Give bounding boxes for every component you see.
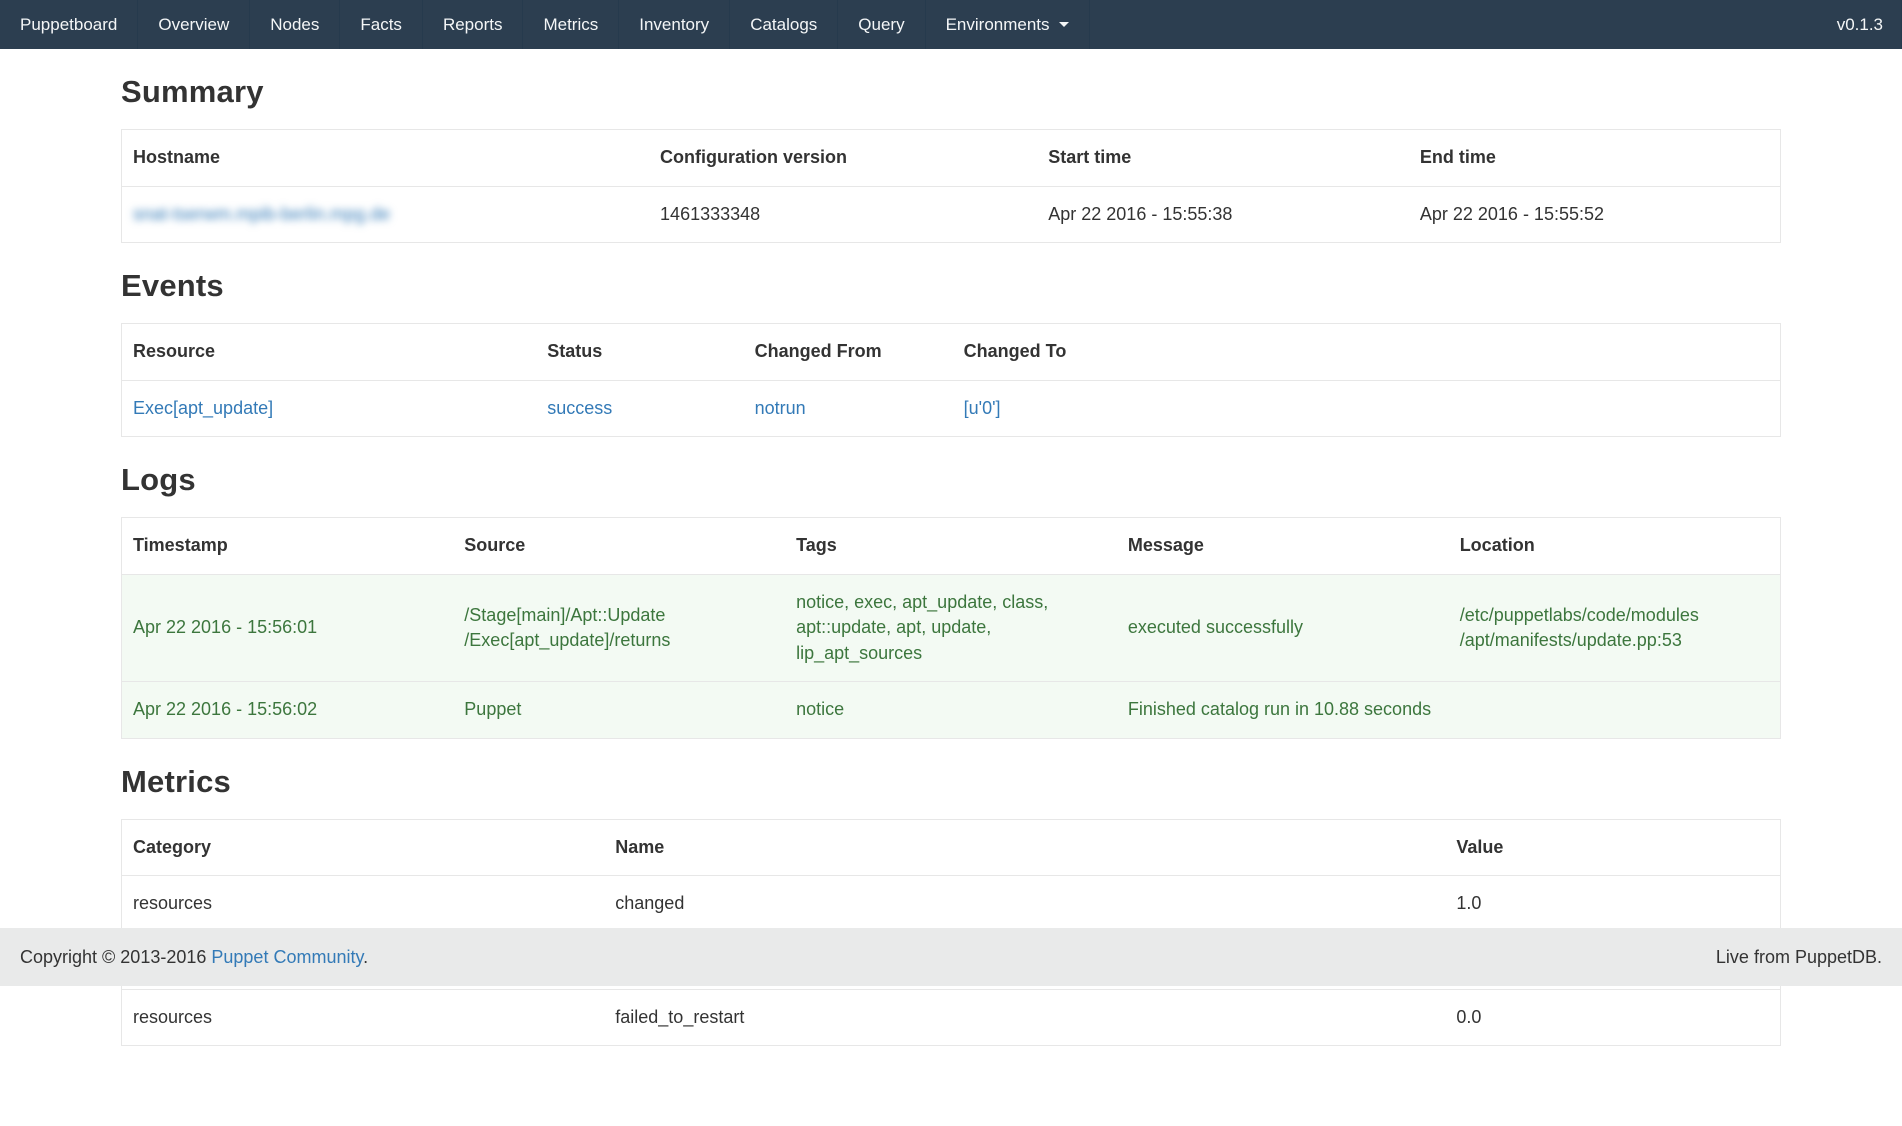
log-location: /etc/puppetlabs/code/modules /apt/manife… — [1449, 574, 1781, 682]
navbar: Puppetboard Overview Nodes Facts Reports… — [0, 0, 1902, 49]
summary-table: Hostname Configuration version Start tim… — [121, 129, 1781, 243]
summary-row: snat-tserwm.mpib-berlin.mpg.de 146133334… — [122, 186, 1781, 243]
start-time-value: Apr 22 2016 - 15:55:38 — [1037, 186, 1409, 243]
main-content: Summary Hostname Configuration version S… — [120, 74, 1782, 1046]
logs-header-row: Timestamp Source Tags Message Location — [122, 518, 1781, 575]
nav-item-environments-dropdown[interactable]: Environments — [925, 0, 1090, 49]
metric-category: resources — [122, 876, 605, 933]
log-message: executed successfully — [1117, 574, 1449, 682]
nav-item-reports[interactable]: Reports — [422, 0, 523, 49]
summary-col-start-time: Start time — [1037, 130, 1409, 187]
metric-value: 1.0 — [1445, 876, 1780, 933]
logs-table: Timestamp Source Tags Message Location A… — [121, 517, 1781, 739]
log-location — [1449, 682, 1781, 739]
metric-category: resources — [122, 989, 605, 1046]
events-col-status: Status — [536, 324, 743, 381]
nav-item-query[interactable]: Query — [837, 0, 924, 49]
logs-col-message: Message — [1117, 518, 1449, 575]
events-col-changed-to: Changed To — [953, 324, 1781, 381]
metrics-col-category: Category — [122, 819, 605, 876]
metric-row: resources failed_to_restart 0.0 — [122, 989, 1781, 1046]
metric-name: failed_to_restart — [604, 989, 1445, 1046]
logs-col-location: Location — [1449, 518, 1781, 575]
event-status-link[interactable]: success — [547, 398, 612, 418]
log-message: Finished catalog run in 10.88 seconds — [1117, 682, 1449, 739]
metrics-col-value: Value — [1445, 819, 1780, 876]
logs-col-tags: Tags — [785, 518, 1117, 575]
nav-item-metrics[interactable]: Metrics — [522, 0, 618, 49]
summary-col-end-time: End time — [1409, 130, 1781, 187]
metric-name: changed — [604, 876, 1445, 933]
metrics-col-name: Name — [604, 819, 1445, 876]
events-col-resource: Resource — [122, 324, 537, 381]
copyright-text: Copyright © 2013-2016 — [20, 947, 211, 967]
event-changed-to-link[interactable]: [u'0'] — [964, 398, 1001, 418]
summary-col-hostname: Hostname — [122, 130, 650, 187]
log-timestamp: Apr 22 2016 - 15:56:02 — [122, 682, 454, 739]
events-table: Resource Status Changed From Changed To … — [121, 323, 1781, 437]
footer-copyright: Copyright © 2013-2016 Puppet Community. — [20, 947, 368, 968]
log-timestamp: Apr 22 2016 - 15:56:01 — [122, 574, 454, 682]
nav-item-overview[interactable]: Overview — [137, 0, 249, 49]
event-resource-link[interactable]: Exec[apt_update] — [133, 398, 273, 418]
navbar-brand[interactable]: Puppetboard — [0, 0, 137, 49]
logs-heading: Logs — [121, 462, 1781, 498]
log-tags: notice, exec, apt_update, class, apt::up… — [785, 574, 1117, 682]
log-tags: notice — [785, 682, 1117, 739]
version-badge: v0.1.3 — [1819, 0, 1902, 49]
log-source: Puppet — [453, 682, 785, 739]
log-row: Apr 22 2016 - 15:56:01 /Stage[main]/Apt:… — [122, 574, 1781, 682]
nav-item-nodes[interactable]: Nodes — [249, 0, 339, 49]
end-time-value: Apr 22 2016 - 15:55:52 — [1409, 186, 1781, 243]
summary-header-row: Hostname Configuration version Start tim… — [122, 130, 1781, 187]
logs-col-timestamp: Timestamp — [122, 518, 454, 575]
footer-live-status: Live from PuppetDB. — [1716, 947, 1882, 968]
copyright-period: . — [363, 947, 368, 967]
event-changed-from-link[interactable]: notrun — [755, 398, 806, 418]
metric-row: resources changed 1.0 — [122, 876, 1781, 933]
summary-col-config-version: Configuration version — [649, 130, 1037, 187]
nav-item-inventory[interactable]: Inventory — [618, 0, 729, 49]
navbar-left: Puppetboard Overview Nodes Facts Reports… — [0, 0, 1090, 49]
metrics-header-row: Category Name Value — [122, 819, 1781, 876]
logs-col-source: Source — [453, 518, 785, 575]
event-row: Exec[apt_update] success notrun [u'0'] — [122, 380, 1781, 437]
log-source: /Stage[main]/Apt::Update /Exec[apt_updat… — [453, 574, 785, 682]
navbar-right: v0.1.3 — [1819, 0, 1902, 49]
metric-value: 0.0 — [1445, 989, 1780, 1046]
log-row: Apr 22 2016 - 15:56:02 Puppet notice Fin… — [122, 682, 1781, 739]
footer: Copyright © 2013-2016 Puppet Community. … — [0, 928, 1902, 986]
nav-item-facts[interactable]: Facts — [339, 0, 422, 49]
configuration-version-value: 1461333348 — [649, 186, 1037, 243]
chevron-down-icon — [1059, 22, 1069, 27]
hostname-link[interactable]: snat-tserwm.mpib-berlin.mpg.de — [133, 204, 390, 224]
metrics-heading: Metrics — [121, 764, 1781, 800]
summary-heading: Summary — [121, 74, 1781, 110]
events-heading: Events — [121, 268, 1781, 304]
events-header-row: Resource Status Changed From Changed To — [122, 324, 1781, 381]
environments-label: Environments — [946, 15, 1050, 35]
nav-item-catalogs[interactable]: Catalogs — [729, 0, 837, 49]
events-col-changed-from: Changed From — [744, 324, 953, 381]
puppet-community-link[interactable]: Puppet Community — [211, 947, 363, 967]
